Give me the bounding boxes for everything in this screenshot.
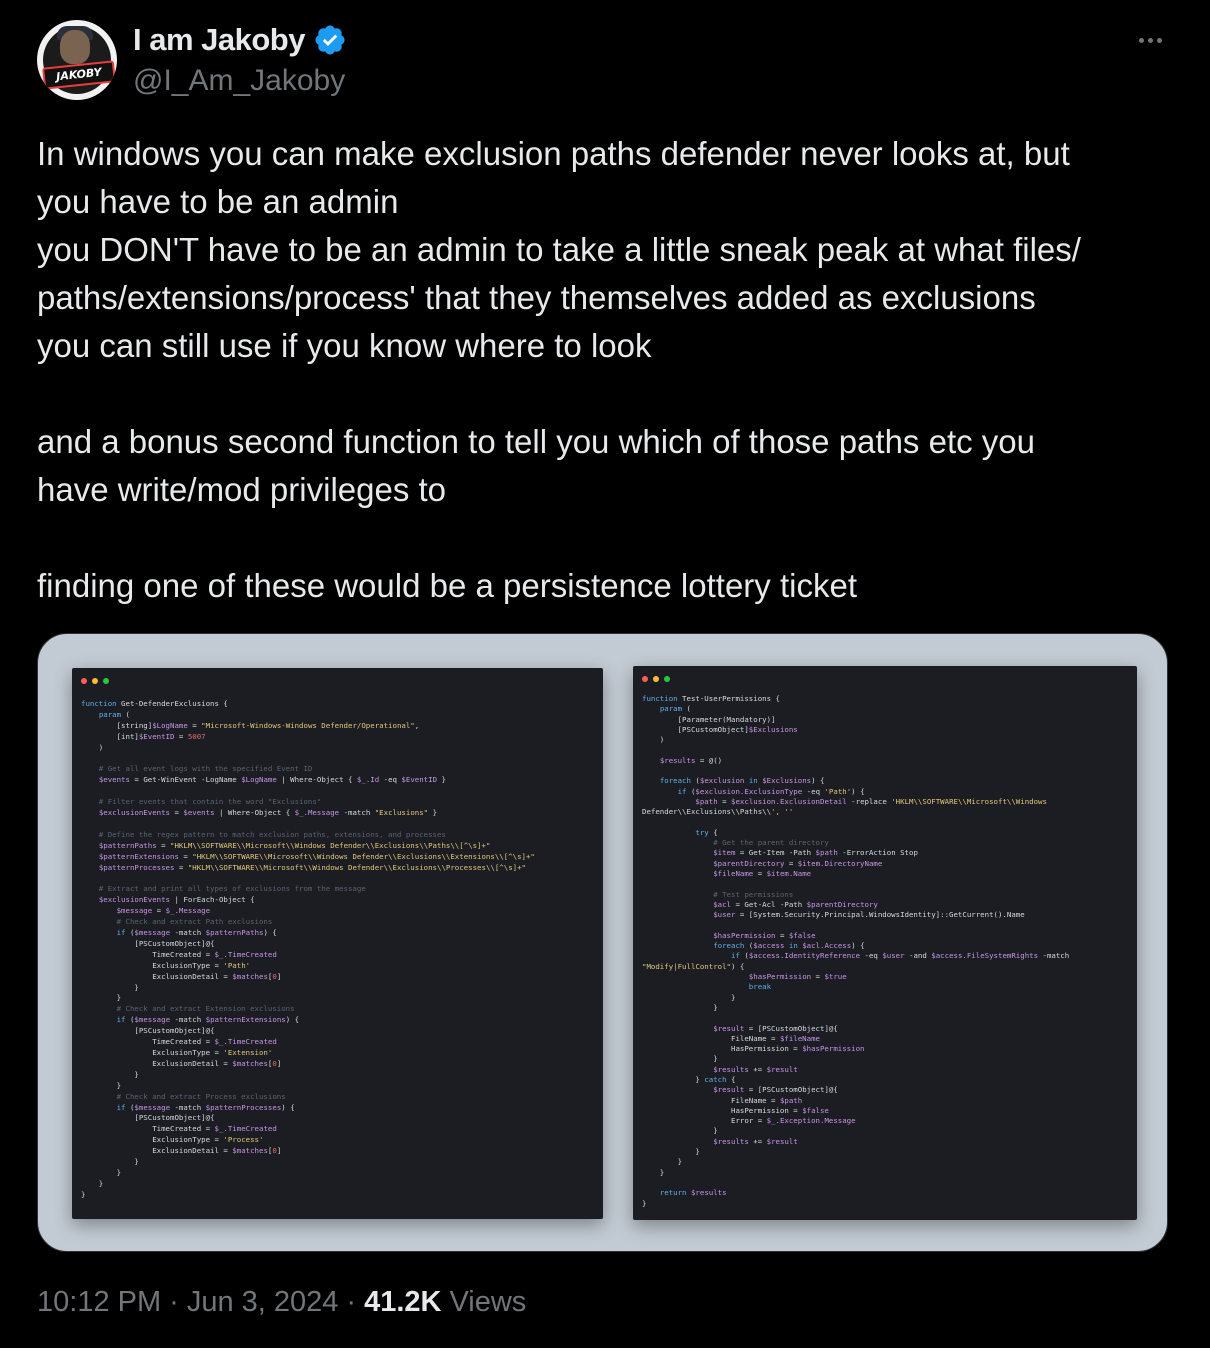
author-handle[interactable]: @I_Am_Jakoby <box>133 64 345 98</box>
more-options-icon[interactable] <box>1133 30 1167 50</box>
close-dot-icon <box>642 676 648 682</box>
avatar-face <box>60 30 90 64</box>
tweet-footer: 10:12 PM · Jun 3, 2024 · 41.2K Views <box>37 1286 526 1319</box>
window-dots <box>642 676 670 682</box>
code-window-right: function Test-UserPermissions { param ( … <box>633 666 1137 1220</box>
avatar[interactable]: JAKOBY <box>37 20 117 100</box>
code-window-left: function Get-DefenderExclusions { param … <box>72 668 603 1219</box>
verified-badge-icon[interactable] <box>313 23 347 57</box>
maximize-dot-icon <box>103 678 109 684</box>
code-block-get-defender-exclusions: function Get-DefenderExclusions { param … <box>81 699 535 1199</box>
tweet-paragraph: In windows you can make exclusion paths … <box>37 135 1081 364</box>
tweet-paragraph: finding one of these would be a persiste… <box>37 567 857 604</box>
maximize-dot-icon <box>664 676 670 682</box>
author-name-row: I am Jakoby <box>133 22 347 58</box>
views-label: Views <box>449 1286 527 1318</box>
separator-dot: · <box>346 1286 357 1318</box>
more-dot <box>1138 37 1144 43</box>
code-block-test-user-permissions: function Test-UserPermissions { param ( … <box>642 694 1070 1208</box>
tweet-paragraph: and a bonus second function to tell you … <box>37 423 1035 508</box>
tweet-time[interactable]: 10:12 PM <box>37 1286 161 1319</box>
minimize-dot-icon <box>653 676 659 682</box>
more-dot <box>1156 37 1162 43</box>
tweet-media-image[interactable]: function Get-DefenderExclusions { param … <box>37 633 1168 1252</box>
close-dot-icon <box>81 678 87 684</box>
window-dots <box>81 678 109 684</box>
more-dot <box>1147 37 1153 43</box>
author-name[interactable]: I am Jakoby <box>133 22 305 58</box>
minimize-dot-icon <box>92 678 98 684</box>
tweet-text: In windows you can make exclusion paths … <box>37 130 1177 610</box>
separator-dot: · <box>169 1286 179 1318</box>
tweet-date[interactable]: Jun 3, 2024 <box>187 1286 339 1319</box>
views-count[interactable]: 41.2K <box>364 1286 441 1319</box>
